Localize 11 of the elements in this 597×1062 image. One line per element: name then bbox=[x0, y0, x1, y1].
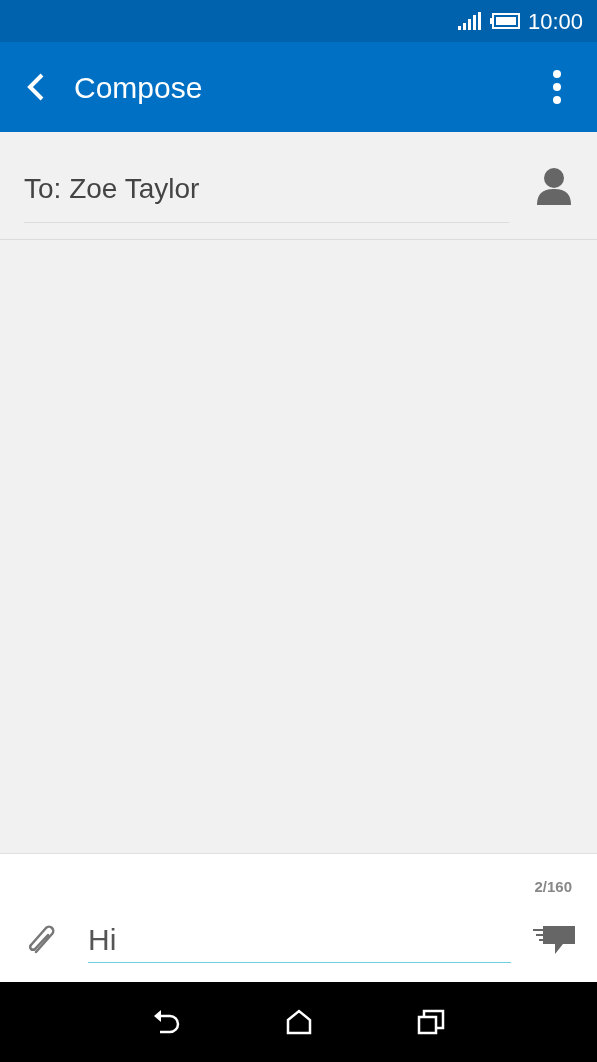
more-options-icon[interactable] bbox=[553, 70, 561, 104]
recipient-field[interactable]: To: Zoe Taylor bbox=[24, 168, 509, 223]
screen-title: Compose bbox=[74, 69, 204, 106]
send-icon[interactable] bbox=[533, 925, 575, 954]
signal-icon bbox=[457, 12, 482, 30]
recent-apps-icon[interactable] bbox=[416, 1009, 445, 1035]
battery-icon bbox=[489, 13, 520, 29]
character-counter: 2/160 bbox=[534, 877, 572, 897]
home-icon[interactable] bbox=[286, 1009, 313, 1035]
contact-icon[interactable] bbox=[537, 166, 571, 205]
clock-time: 10:00 bbox=[527, 7, 583, 36]
